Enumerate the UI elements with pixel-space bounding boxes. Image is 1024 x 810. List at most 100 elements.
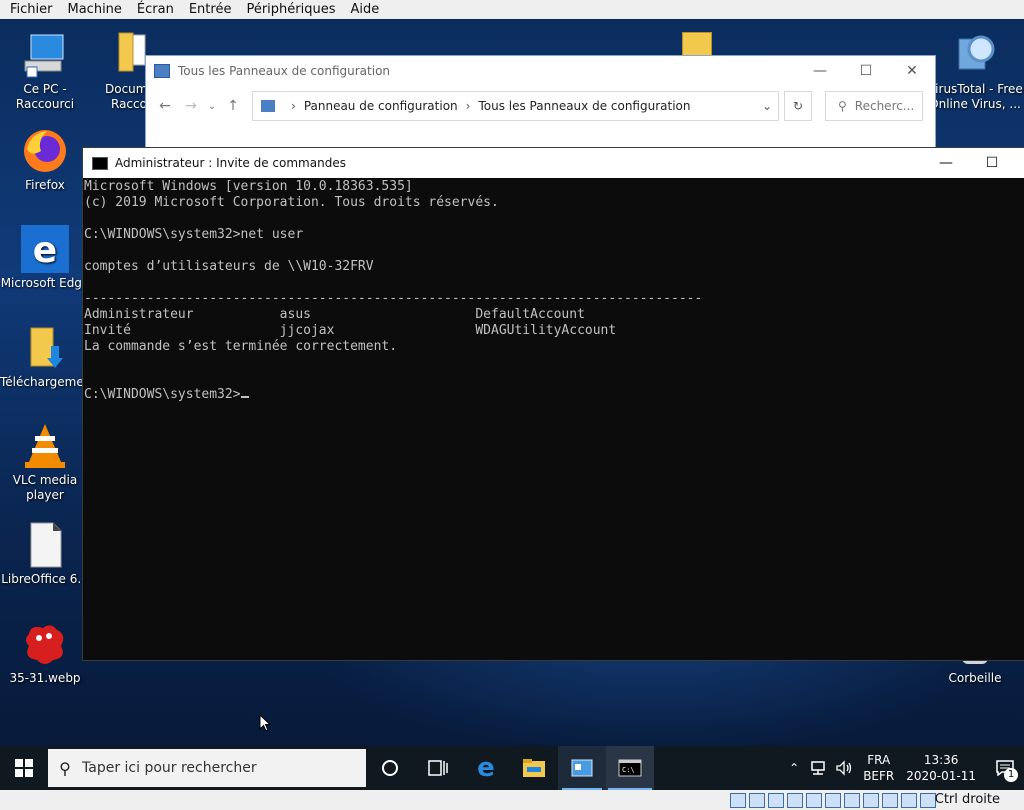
network-icon[interactable]: [809, 760, 827, 776]
folder-icon: [99, 31, 147, 79]
control-panel-search-input[interactable]: ⚲ Recherc...: [825, 91, 923, 121]
back-arrow-icon[interactable]: ←: [152, 98, 178, 114]
maximize-button[interactable]: ☐: [969, 148, 1015, 178]
shared-folders-icon[interactable]: [825, 793, 841, 808]
taskbar-file-explorer-button[interactable]: [510, 746, 558, 790]
breadcrumb-all-items[interactable]: Tous les Panneaux de configuration: [478, 99, 690, 113]
vlc-icon: [21, 422, 69, 470]
menu-aide[interactable]: Aide: [346, 2, 385, 17]
cpu-icon[interactable]: [901, 793, 917, 808]
up-arrow-icon[interactable]: ↑: [220, 98, 246, 114]
desktop-icon-downloads[interactable]: Téléchargemen: [0, 324, 90, 390]
control-panel-window: Tous les Panneaux de configuration — ☐ ✕…: [145, 55, 936, 152]
clock[interactable]: 13:36 2020-01-11: [906, 752, 976, 784]
libreoffice-icon: [21, 521, 69, 569]
console-prompt: C:\WINDOWS\system32>: [84, 387, 241, 402]
language-indicator[interactable]: FRA BEFR: [863, 752, 894, 784]
cmd-icon: C:\: [618, 759, 642, 777]
audio-icon[interactable]: [768, 793, 784, 808]
search-icon: ⚲: [59, 758, 71, 778]
taskbar-search-input[interactable]: ⚲ Taper ici pour rechercher: [48, 749, 366, 787]
cmd-icon: [92, 156, 108, 170]
search-placeholder: Recherc...: [854, 99, 915, 113]
address-dropdown-chevron-icon[interactable]: ⌄: [762, 99, 772, 113]
address-bar-row: ← → ⌄ ↑ › Panneau de configuration › Tou…: [146, 89, 935, 123]
guest-additions-icon[interactable]: [882, 793, 898, 808]
desktop-icon-firefox[interactable]: Firefox: [0, 127, 90, 193]
close-button[interactable]: ✕: [889, 56, 935, 86]
menu-entree[interactable]: Entrée: [184, 2, 237, 17]
system-tray: ⌃ FRA BEFR 13:36 2020-01-11 1: [789, 746, 1024, 790]
desktop-icon-vlc[interactable]: VLC media player: [0, 422, 90, 503]
control-panel-title: Tous les Panneaux de configuration: [178, 64, 391, 78]
network-adapter-icon[interactable]: [787, 793, 803, 808]
minimize-button[interactable]: —: [923, 148, 969, 178]
start-button[interactable]: [0, 746, 48, 790]
recent-locations-chevron-icon[interactable]: ⌄: [204, 101, 220, 112]
svg-text:e: e: [33, 230, 57, 271]
downloads-folder-icon: [21, 324, 69, 372]
minimize-button[interactable]: —: [797, 56, 843, 86]
vm-device-icons: [730, 793, 936, 808]
forward-arrow-icon[interactable]: →: [178, 98, 204, 114]
console-output[interactable]: Microsoft Windows [version 10.0.18363.53…: [84, 179, 702, 403]
clock-date: 2020-01-11: [906, 769, 976, 783]
video-capture-icon[interactable]: [863, 793, 879, 808]
console-line: Microsoft Windows [version 10.0.18363.53…: [84, 179, 413, 194]
desktop-icon-this-pc[interactable]: Ce PC - Raccourci: [0, 31, 90, 112]
desktop-icon-label: Téléchargemen: [0, 375, 90, 389]
folder-icon: [682, 32, 712, 56]
vm-statusbar: Ctrl droite: [0, 790, 1024, 810]
task-view-icon: [428, 760, 448, 776]
desktop-icon-libreoffice[interactable]: LibreOffice 6.0: [0, 521, 90, 587]
firefox-icon: [21, 127, 69, 175]
edge-icon: e: [477, 753, 495, 783]
computer-icon: [21, 31, 69, 79]
address-box[interactable]: › Panneau de configuration › Tous les Pa…: [252, 91, 779, 121]
maximize-button[interactable]: ☐: [843, 56, 889, 86]
menu-ecran[interactable]: Écran: [132, 2, 179, 17]
show-hidden-icons-chevron-icon[interactable]: ⌃: [789, 761, 799, 775]
menu-machine[interactable]: Machine: [63, 2, 127, 17]
cmd-window: Administrateur : Invite de commandes — ☐…: [82, 147, 1024, 661]
action-center-button[interactable]: 1: [990, 746, 1020, 790]
desktop-icon-label: LibreOffice 6.0: [1, 572, 89, 586]
taskbar-control-panel-button[interactable]: [558, 746, 606, 790]
volume-icon[interactable]: [835, 760, 853, 776]
console-line: Invité jjcojax WDAGUtilityAccount: [84, 323, 617, 338]
optical-drive-icon[interactable]: [749, 793, 765, 808]
refresh-button[interactable]: ↻: [784, 91, 812, 121]
hard-disk-icon[interactable]: [730, 793, 746, 808]
breadcrumb-control-panel[interactable]: Panneau de configuration: [304, 99, 458, 113]
mouse-integration-icon[interactable]: [920, 793, 936, 808]
breadcrumb-separator-icon: ›: [291, 99, 296, 113]
taskbar: ⚲ Taper ici pour rechercher e C:\ ⌃ FRA …: [0, 746, 1024, 790]
desktop-icon-webp[interactable]: 35-31.webp: [0, 620, 90, 686]
desktop-icon-documents[interactable]: Docum Racco: [93, 31, 153, 112]
menu-fichier[interactable]: Fichier: [5, 2, 58, 17]
cortana-button[interactable]: [366, 746, 414, 790]
desktop-icon-virustotal[interactable]: VirusTotal - Free Online Virus, ...: [926, 31, 1024, 112]
display-icon[interactable]: [844, 793, 860, 808]
taskbar-cmd-button[interactable]: C:\: [606, 746, 654, 790]
desktop-icon-label: Microsoft Edge: [0, 276, 90, 290]
desktop-icon-label: player: [26, 488, 64, 502]
refresh-icon: ↻: [792, 99, 804, 113]
svg-text:C:\: C:\: [622, 766, 635, 774]
console-prompt-line[interactable]: C:\WINDOWS\system32>: [84, 387, 702, 403]
task-view-button[interactable]: [414, 746, 462, 790]
desktop-icon-edge[interactable]: e Microsoft Edge: [0, 225, 90, 291]
menu-peripheriques[interactable]: Périphériques: [241, 2, 340, 17]
notification-count-badge: 1: [1004, 768, 1018, 782]
usb-icon[interactable]: [806, 793, 822, 808]
desktop-icon-label: Docum: [105, 82, 148, 96]
cmd-titlebar[interactable]: Administrateur : Invite de commandes: [83, 148, 1024, 178]
console-line: (c) 2019 Microsoft Corporation. Tous dro…: [84, 195, 499, 210]
taskbar-edge-button[interactable]: e: [462, 746, 510, 790]
window-controls: — ☐: [923, 148, 1015, 178]
